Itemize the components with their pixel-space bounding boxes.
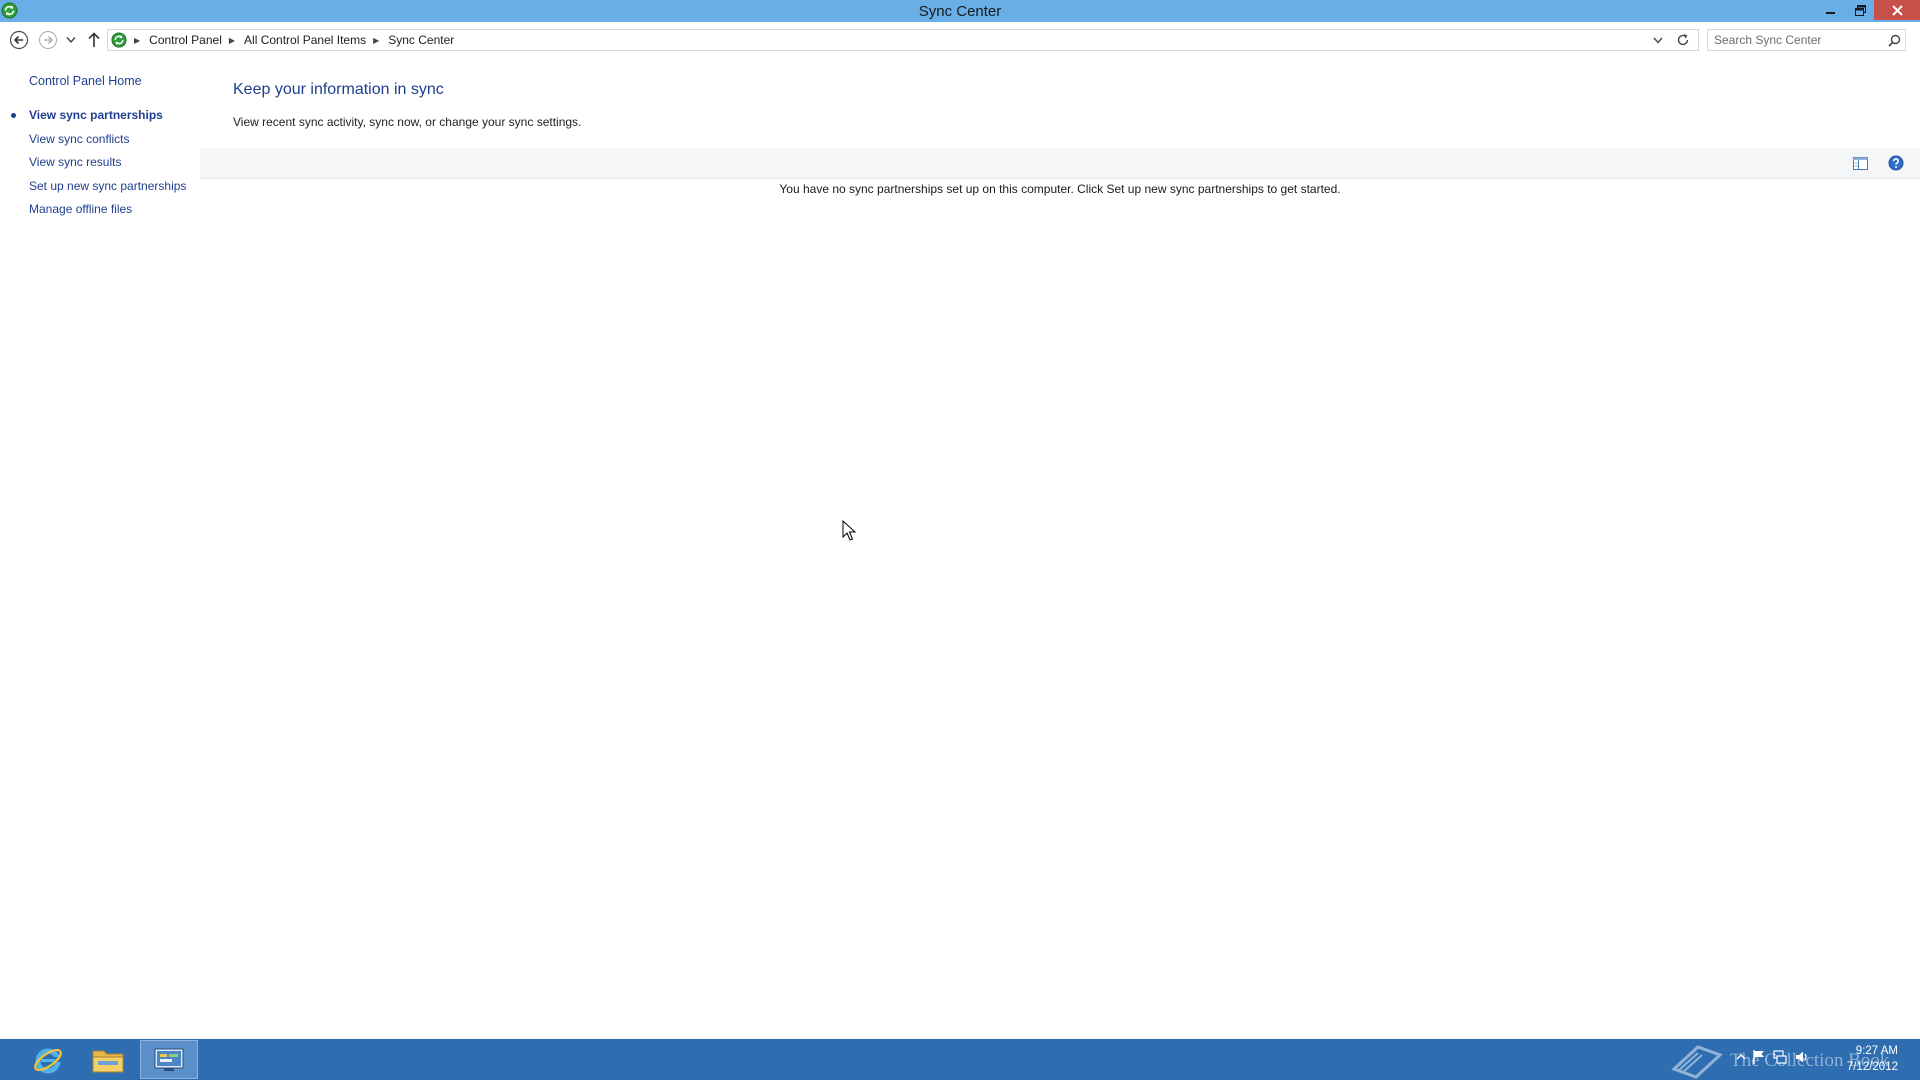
back-button[interactable] <box>9 30 29 50</box>
current-page-bullet-icon <box>11 113 16 118</box>
search-box[interactable] <box>1707 29 1906 51</box>
mouse-pointer-icon <box>842 520 856 541</box>
breadcrumb-control-panel[interactable]: Control Panel <box>149 33 222 47</box>
close-button[interactable] <box>1874 0 1920 20</box>
clock-date: 7/12/2012 <box>1846 1061 1898 1073</box>
change-view-icon[interactable] <box>1852 155 1869 172</box>
taskbar-file-explorer[interactable] <box>84 1040 132 1079</box>
set-up-new-sync-partnerships-link[interactable]: Set up new sync partnerships <box>29 179 186 193</box>
taskbar-control-panel[interactable] <box>140 1040 198 1079</box>
breadcrumb-sync-center[interactable]: Sync Center <box>388 33 454 47</box>
search-input[interactable] <box>1708 30 1884 50</box>
volume-icon[interactable] <box>1794 1049 1810 1065</box>
system-clock[interactable]: 9:27 AM 7/12/2012 <box>1830 1043 1898 1075</box>
view-sync-conflicts-link[interactable]: View sync conflicts <box>29 132 129 146</box>
no-partnerships-message: You have no sync partnerships set up on … <box>779 182 1341 196</box>
breadcrumb-separator-icon[interactable]: ▶ <box>229 36 235 45</box>
manage-offline-files-link[interactable]: Manage offline files <box>29 202 132 216</box>
view-sync-partnerships-link[interactable]: View sync partnerships <box>29 108 163 122</box>
book-logo-icon <box>1671 1045 1723 1079</box>
action-center-flag-icon[interactable] <box>1752 1049 1766 1065</box>
control-panel-home-link[interactable]: Control Panel Home <box>29 74 142 88</box>
command-bar <box>200 148 1920 179</box>
up-arrow-icon[interactable] <box>87 31 101 49</box>
taskbar: The Collection Book 9:27 AM 7/12/2012 <box>0 1039 1920 1080</box>
recent-locations-chevron-down-icon[interactable] <box>66 36 76 44</box>
breadcrumb-separator-icon[interactable]: ▶ <box>373 36 379 45</box>
breadcrumb-all-control-panel-items[interactable]: All Control Panel Items <box>244 33 366 47</box>
task-pane: Control Panel Home View sync partnership… <box>0 59 200 1039</box>
minimize-icon <box>1826 12 1835 14</box>
sync-center-icon <box>111 32 127 48</box>
control-panel-icon <box>154 1048 184 1071</box>
forward-button[interactable] <box>38 30 58 50</box>
search-icon[interactable] <box>1888 34 1901 47</box>
breadcrumb: ▶ Control Panel ▶ All Control Panel Item… <box>130 33 454 47</box>
address-history-chevron-down-icon[interactable] <box>1652 34 1664 46</box>
file-explorer-icon <box>92 1050 124 1072</box>
taskbar-internet-explorer[interactable] <box>24 1040 72 1079</box>
internet-explorer-icon <box>34 1048 62 1073</box>
help-icon[interactable] <box>1888 155 1904 171</box>
navigation-bar: ▶ Control Panel ▶ All Control Panel Item… <box>0 22 1920 59</box>
close-icon <box>1891 4 1903 16</box>
address-bar[interactable]: ▶ Control Panel ▶ All Control Panel Item… <box>107 29 1699 51</box>
restore-icon <box>1854 4 1866 16</box>
breadcrumb-separator-icon[interactable]: ▶ <box>134 36 140 45</box>
title-bar: Sync Center <box>0 0 1920 22</box>
window-title: Sync Center <box>918 3 1002 20</box>
minimize-button[interactable] <box>1816 0 1846 20</box>
clock-time: 9:27 AM <box>1855 1045 1898 1057</box>
restore-button[interactable] <box>1846 0 1874 20</box>
network-icon[interactable] <box>1772 1049 1788 1065</box>
page-title: Keep your information in sync <box>233 81 444 98</box>
system-tray <box>1736 1049 1810 1065</box>
page-description: View recent sync activity, sync now, or … <box>233 115 582 129</box>
view-sync-results-link[interactable]: View sync results <box>29 155 121 169</box>
show-hidden-icons-chevron-up-icon[interactable] <box>1736 1052 1746 1062</box>
refresh-icon[interactable] <box>1676 33 1690 47</box>
